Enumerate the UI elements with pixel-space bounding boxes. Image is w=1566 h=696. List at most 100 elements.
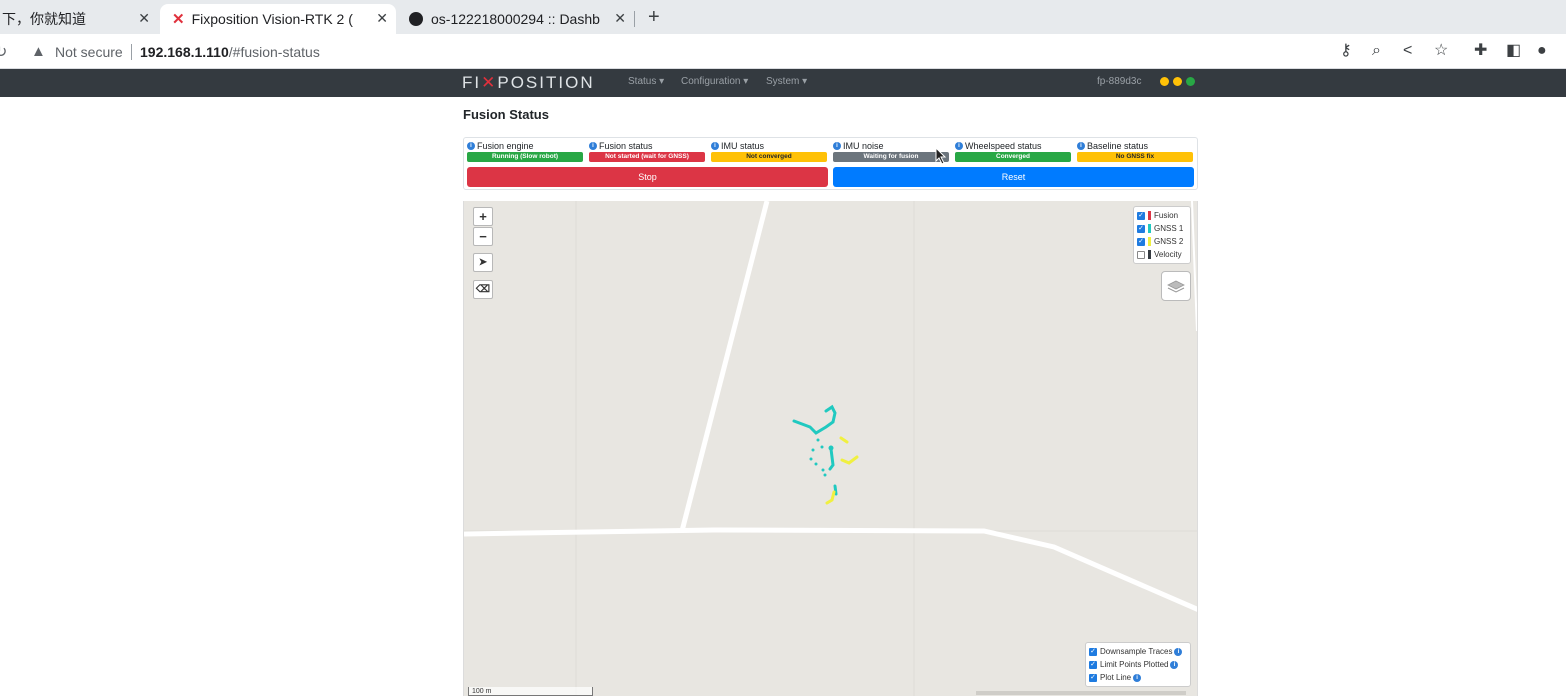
status-label-text: Wheelspeed status — [965, 141, 1042, 151]
url-path: /#fusion-status — [228, 44, 320, 60]
fixposition-favicon-icon: ✕ — [172, 11, 185, 28]
reload-icon[interactable]: ↻ — [0, 42, 7, 62]
attribution-text-placeholder — [976, 691, 1186, 695]
checkbox[interactable]: ✓ — [1137, 237, 1145, 246]
legend-label: GNSS 2 — [1154, 237, 1184, 246]
brand-text: FI — [462, 73, 482, 92]
legend-item-fusion[interactable]: ✓ Fusion — [1137, 209, 1187, 222]
gnss1-point — [820, 445, 824, 449]
map-view[interactable]: + − ➤ ⌫ ✓ Fusion ✓ GNSS 1 ✓ GNSS 2 Velocity… — [463, 201, 1198, 696]
checkbox[interactable] — [1137, 250, 1145, 259]
gnss1-point — [821, 468, 825, 472]
wheelspeed-status-badge: Converged — [955, 152, 1071, 162]
browser-tab[interactable]: os-122218000294 :: Dashb ✕ — [398, 4, 634, 34]
new-tab-button[interactable]: + — [648, 6, 660, 29]
locate-button[interactable]: ➤ — [473, 253, 493, 272]
fusion-engine-badge: Running (Slow robot) — [467, 152, 583, 162]
option-limit-points[interactable]: ✓ Limit Points Plotted i — [1089, 658, 1187, 671]
status-label-text: Fusion engine — [477, 141, 534, 151]
close-icon[interactable]: ✕ — [614, 11, 626, 25]
gnss2-color-swatch — [1148, 237, 1151, 246]
checkbox[interactable]: ✓ — [1089, 647, 1097, 656]
checkbox[interactable]: ✓ — [1089, 660, 1097, 669]
road — [679, 201, 770, 532]
status-label: i Wheelspeed status — [955, 141, 1042, 151]
checkbox[interactable]: ✓ — [1137, 224, 1145, 233]
side-panel-icon[interactable]: ◧ — [1506, 42, 1521, 60]
info-icon[interactable]: i — [1077, 142, 1085, 150]
map-attribution[interactable] — [976, 690, 1186, 696]
baseline-status-badge: No GNSS fix — [1077, 152, 1193, 162]
browser-tab-active[interactable]: ✕ Fixposition Vision-RTK 2 ( ✕ — [160, 4, 396, 34]
fusion-color-swatch — [1148, 211, 1151, 220]
page-title: Fusion Status — [463, 107, 549, 122]
status-label-text: IMU noise — [843, 141, 884, 151]
info-icon[interactable]: i — [467, 142, 475, 150]
browser-tab-bar: 下，你就知道 ✕ ✕ Fixposition Vision-RTK 2 ( ✕ … — [0, 0, 1566, 34]
zoom-out-button[interactable]: − — [473, 227, 493, 246]
legend-item-gnss1[interactable]: ✓ GNSS 1 — [1137, 222, 1187, 235]
info-icon[interactable]: i — [589, 142, 597, 150]
checkbox[interactable]: ✓ — [1137, 211, 1145, 220]
info-icon[interactable]: i — [955, 142, 963, 150]
option-downsample-traces[interactable]: ✓ Downsample Traces i — [1089, 645, 1187, 658]
app-navbar: FI✕POSITION Status ▾ Configuration ▾ Sys… — [0, 69, 1566, 97]
layers-button[interactable] — [1161, 271, 1191, 301]
key-icon[interactable]: ⚷ — [1340, 42, 1352, 60]
gnss1-path — [828, 447, 835, 471]
gnss2-path — [825, 490, 836, 505]
share-icon[interactable]: < — [1403, 42, 1412, 60]
option-label: Plot Line — [1100, 673, 1132, 682]
clear-traces-button[interactable]: ⌫ — [473, 280, 493, 299]
status-label-text: IMU status — [721, 141, 765, 151]
url-field[interactable]: 192.168.1.110/#fusion-status — [140, 44, 320, 60]
trace-legend: ✓ Fusion ✓ GNSS 1 ✓ GNSS 2 Velocity — [1133, 206, 1191, 264]
nav-status-menu[interactable]: Status ▾ — [628, 76, 664, 87]
legend-item-velocity[interactable]: Velocity — [1137, 248, 1187, 261]
imu-noise-badge: Waiting for fusion — [833, 152, 949, 162]
tab-divider — [634, 11, 635, 27]
info-icon[interactable]: i — [1133, 673, 1142, 682]
browser-tab[interactable]: 下，你就知道 ✕ — [0, 4, 158, 34]
legend-item-gnss2[interactable]: ✓ GNSS 2 — [1137, 235, 1187, 248]
info-icon[interactable]: i — [1170, 660, 1179, 669]
profile-icon[interactable]: ● — [1537, 42, 1547, 60]
bookmark-star-icon[interactable]: ☆ — [1434, 42, 1448, 60]
nav-system-menu[interactable]: System ▾ — [766, 76, 807, 87]
option-plot-line[interactable]: ✓ Plot Line i — [1089, 671, 1187, 684]
status-indicator-icon — [1186, 77, 1195, 86]
close-icon[interactable]: ✕ — [138, 11, 150, 25]
plot-options-panel: ✓ Downsample Traces i ✓ Limit Points Plotte… — [1085, 642, 1191, 687]
eraser-icon: ⌫ — [475, 284, 491, 295]
info-icon[interactable]: i — [1174, 647, 1183, 656]
info-icon[interactable]: i — [711, 142, 719, 150]
reset-button[interactable]: Reset — [833, 167, 1194, 187]
status-label: i IMU status — [711, 141, 764, 151]
gnss1-point — [823, 473, 827, 477]
status-label-text: Baseline status — [1087, 141, 1149, 151]
mouse-cursor-icon — [935, 147, 947, 165]
nav-configuration-menu[interactable]: Configuration ▾ — [681, 76, 748, 87]
checkbox[interactable]: ✓ — [1089, 673, 1097, 682]
address-bar: ↻ ▲ Not secure 192.168.1.110/#fusion-sta… — [0, 34, 1566, 69]
map-scale-bar: 100 m — [468, 687, 593, 696]
status-indicator-icon — [1160, 77, 1169, 86]
zoom-in-button[interactable]: + — [473, 207, 493, 226]
device-name: fp-889d3c — [1097, 76, 1142, 87]
zoom-icon[interactable]: ⌕ — [1372, 42, 1381, 60]
info-icon[interactable]: i — [833, 142, 841, 150]
layers-icon — [1167, 280, 1185, 293]
status-label: i Fusion engine — [467, 141, 534, 151]
extensions-icon[interactable]: ✚ — [1474, 42, 1487, 60]
stop-button[interactable]: Stop — [467, 167, 828, 187]
security-label[interactable]: Not secure — [55, 44, 123, 60]
close-icon[interactable]: ✕ — [376, 11, 388, 25]
gnss2-path — [839, 436, 849, 444]
fusion-status-panel: i Fusion engine i Fusion status i IMU statu… — [463, 137, 1198, 190]
gnss2-path — [840, 455, 859, 465]
brand-logo[interactable]: FI✕POSITION — [462, 73, 595, 93]
gnss1-point — [816, 438, 820, 442]
tab-title: Fixposition Vision-RTK 2 ( — [191, 11, 353, 27]
warning-icon[interactable]: ▲ — [31, 43, 46, 60]
status-label: i Fusion status — [589, 141, 653, 151]
